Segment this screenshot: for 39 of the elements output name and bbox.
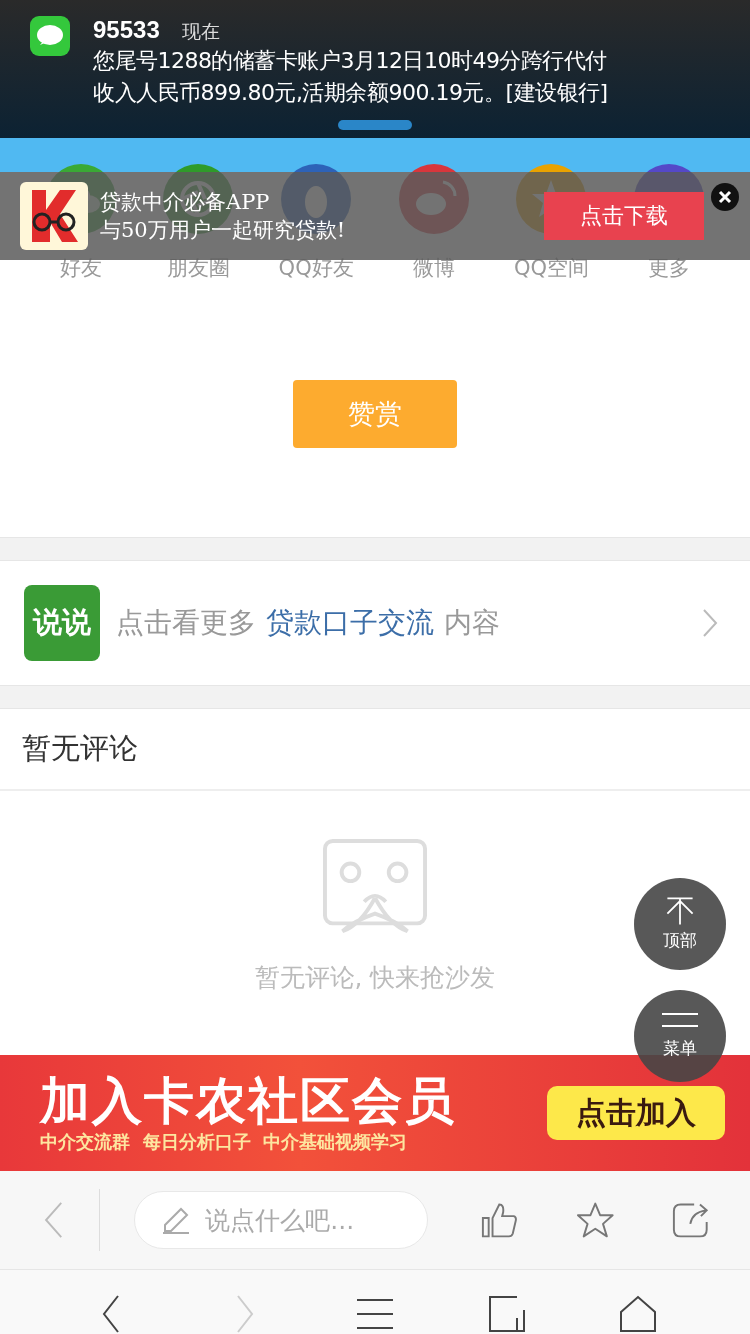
topic-link[interactable]: 贷款口子交流 (266, 604, 434, 642)
banner-subtitle: 中介交流群 每日分析口子 中介基础视频学习 (40, 1130, 408, 1154)
ad-tagline: 与50万用户一起研究贷款! (100, 217, 347, 244)
back-to-top-button[interactable]: 顶部 (634, 878, 726, 970)
app-logo-icon (20, 182, 88, 250)
comment-input[interactable]: 说点什么吧... (203, 1204, 428, 1236)
ad-headline: 贷款中介必备APP (100, 189, 271, 216)
topic-prefix: 点击看更多 (116, 605, 256, 641)
topic-link-row[interactable]: 说说 点击看更多 贷款口子交流 内容 (0, 561, 750, 685)
close-icon[interactable] (710, 182, 740, 212)
download-button[interactable]: 点击下载 (544, 192, 704, 240)
tabs-icon[interactable] (486, 1293, 527, 1334)
share-label[interactable]: 朋友圈 (167, 254, 230, 282)
empty-comments-text: 暂无评论, 快来抢沙发 (254, 962, 496, 994)
star-icon[interactable] (575, 1200, 615, 1240)
membership-banner[interactable]: 加入卡农社区会员 中介交流群 每日分析口子 中介基础视频学习 点击加入 (0, 1055, 750, 1171)
share-label[interactable]: QQ空间 (513, 254, 589, 282)
notification-message: 您尾号1288的储蓄卡账户3月12日10时49分跨行代付 (93, 47, 607, 75)
topic-badge: 说说 (24, 585, 100, 661)
chevron-right-icon (702, 608, 718, 638)
share-label[interactable]: QQ好友 (278, 254, 354, 282)
notification-message: 收入人民币899.80元,活期余额900.19元。[建设银行] (93, 79, 608, 107)
menu-button[interactable]: 菜单 (634, 990, 726, 1082)
share-label[interactable]: 更多 (648, 254, 691, 282)
home-icon[interactable] (618, 1293, 658, 1334)
topic-suffix: 内容 (444, 605, 500, 641)
join-button[interactable]: 点击加入 (547, 1086, 725, 1140)
comment-input-field[interactable]: 说点什么吧... (134, 1191, 429, 1249)
notification-time: 现在 (181, 19, 220, 44)
drag-handle[interactable] (338, 120, 412, 130)
message-app-icon (30, 16, 70, 56)
comments-title: 暂无评论 (22, 730, 138, 767)
notification-card[interactable]: 95533 现在 您尾号1288的储蓄卡账户3月12日10时49分跨行代付 收入人民币899.80元,活期余额900.19元。[建设银行] (0, 0, 750, 138)
banner-title: 加入卡农社区会员 (40, 1072, 456, 1130)
pencil-icon (161, 1205, 192, 1235)
sender-number: 95533 (93, 16, 160, 44)
share-label[interactable]: 好友 (59, 254, 102, 282)
lines-icon (662, 1012, 698, 1027)
share-label[interactable]: 微博 (412, 254, 455, 282)
